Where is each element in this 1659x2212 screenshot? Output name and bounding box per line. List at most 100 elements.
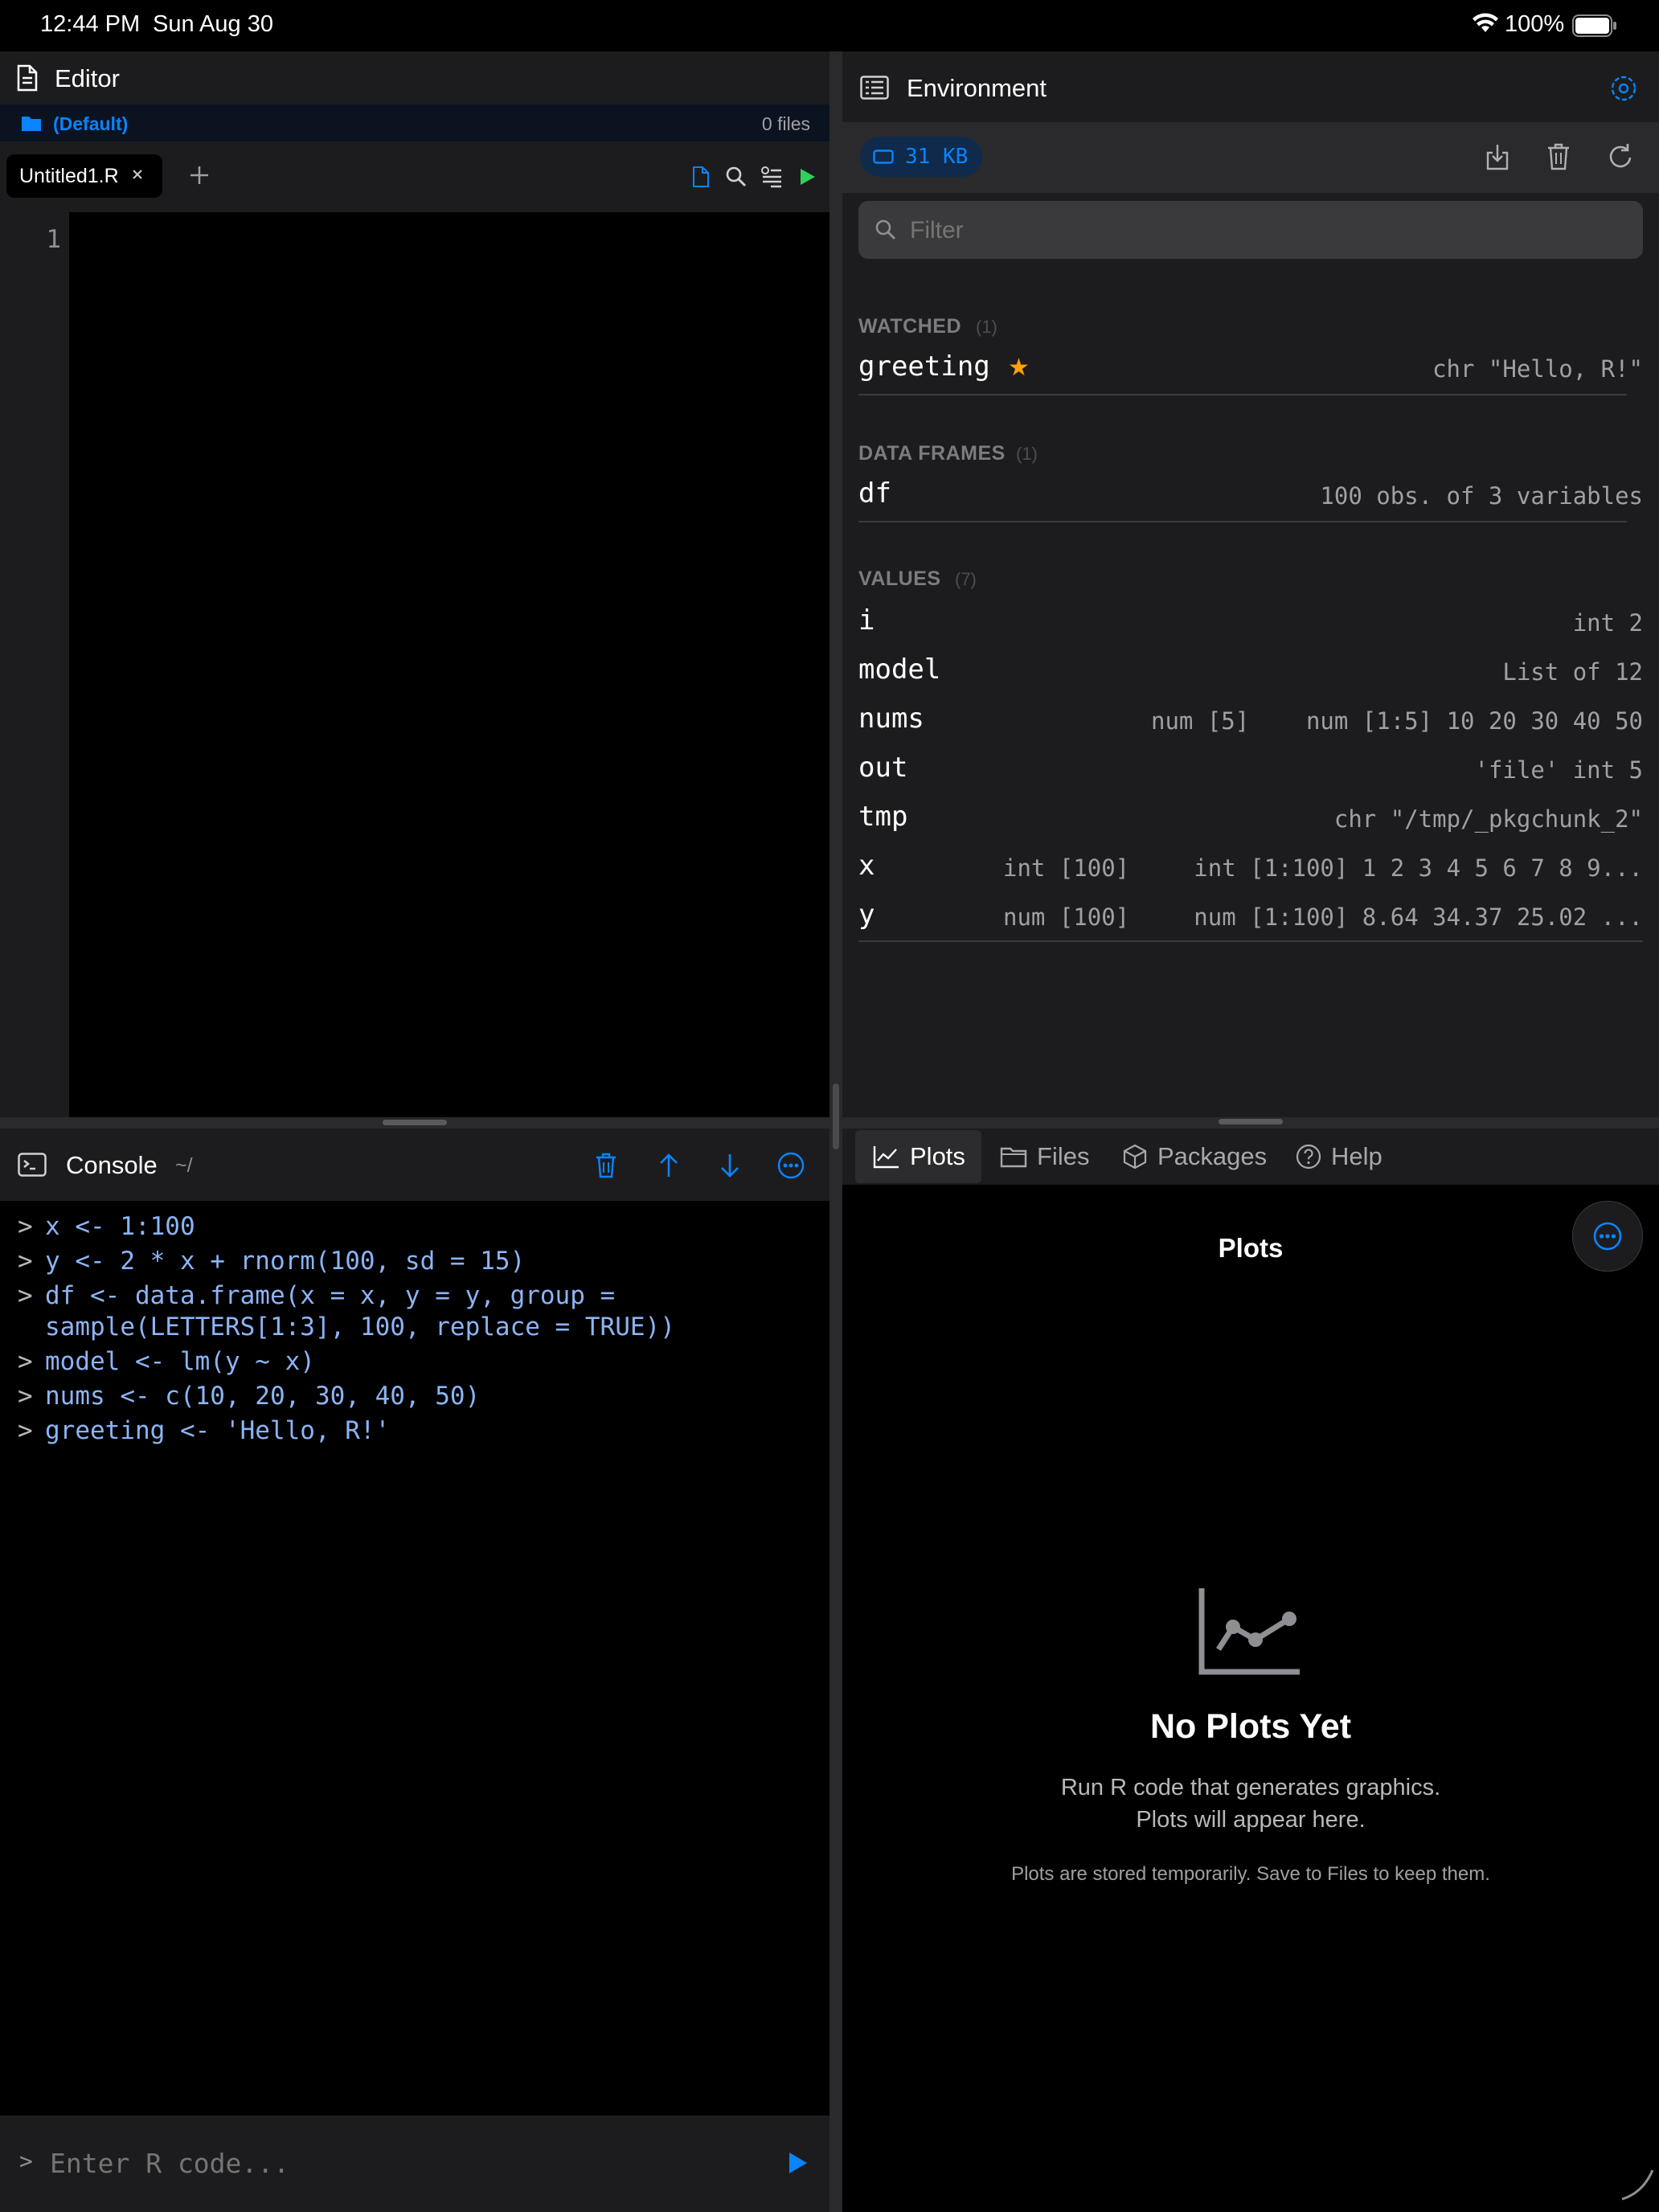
more-options-icon[interactable] xyxy=(776,1151,805,1180)
console-output: > x <- 1:100 > y <- 2 * x + rnorm(100, s… xyxy=(0,1201,830,2116)
clear-environment-icon[interactable] xyxy=(1546,143,1571,170)
storage-note: Plots are stored temporarily. Save to Fi… xyxy=(1011,1863,1490,1885)
console-line: sample(LETTERS[1:3], 100, replace = TRUE… xyxy=(45,1313,675,1342)
console-prompt: > xyxy=(18,1212,33,1241)
project-bar[interactable]: (Default) 0 files xyxy=(0,104,830,141)
variable-value: 100 obs. of 3 variables xyxy=(1320,482,1643,510)
console-title: Console xyxy=(66,1151,158,1179)
input-prompt: > xyxy=(19,2148,33,2174)
variable-row-out[interactable]: out 'file' int 5 xyxy=(858,748,1643,792)
variable-type: num [100] xyxy=(1003,903,1130,931)
variable-type: int [100] xyxy=(1003,854,1130,882)
plots-menu-button[interactable] xyxy=(1572,1201,1643,1272)
code-editor[interactable] xyxy=(0,212,830,1117)
tab-untitled1[interactable]: Untitled1.R xyxy=(6,154,162,198)
status-time: 12:44 PM xyxy=(40,11,141,37)
star-icon[interactable]: ★ xyxy=(1008,354,1030,382)
wifi-icon xyxy=(1473,13,1498,34)
tab-label: Help xyxy=(1331,1142,1382,1170)
filter-field[interactable] xyxy=(858,201,1643,259)
new-tab-button[interactable] xyxy=(188,164,211,186)
line-gutter: 1 xyxy=(0,212,69,1117)
tab-files[interactable]: Files xyxy=(1000,1129,1089,1185)
empty-state-title: No Plots Yet xyxy=(1149,1707,1352,1746)
row-divider xyxy=(858,394,1627,395)
tab-label: Plots xyxy=(910,1142,965,1170)
refresh-icon[interactable] xyxy=(1608,143,1633,170)
variable-name: tmp xyxy=(858,801,908,833)
variable-name: df xyxy=(858,477,891,510)
variable-name: x xyxy=(858,850,875,882)
import-icon[interactable] xyxy=(1485,143,1509,170)
variable-row-i[interactable]: i int 2 xyxy=(858,601,1643,645)
status-bar: 12:44 PM Sun Aug 30 100% xyxy=(0,0,1659,51)
console-header: Console ~/ xyxy=(0,1129,830,1201)
variable-row-tmp[interactable]: tmp chr "/tmp/_pkgchunk_2" xyxy=(858,797,1643,841)
variable-row-nums[interactable]: nums num [5] num [1:5] 10 20 30 40 50 xyxy=(858,699,1643,743)
tab-plots[interactable]: Plots xyxy=(873,1129,965,1185)
outline-icon[interactable] xyxy=(760,166,783,188)
tab-label: Untitled1.R xyxy=(19,165,119,187)
plots-title: Plots xyxy=(1218,1233,1284,1263)
console-prompt: > xyxy=(18,1416,33,1445)
pane-divider-handle[interactable] xyxy=(833,1083,839,1149)
divider-handle[interactable] xyxy=(383,1120,447,1125)
folder-icon xyxy=(21,114,42,132)
environment-header: Environment xyxy=(842,51,1659,122)
console-line: nums <- c(10, 20, 30, 40, 50) xyxy=(45,1382,481,1411)
variable-name: out xyxy=(858,752,908,784)
send-icon[interactable] xyxy=(788,2151,809,2175)
close-tab-icon[interactable] xyxy=(129,166,146,183)
console-prompt: > xyxy=(18,1281,33,1310)
empty-chart-icon xyxy=(1198,1587,1302,1677)
status-date: Sun Aug 30 xyxy=(153,11,273,37)
chart-icon xyxy=(873,1146,899,1169)
section-title-watched: WATCHED xyxy=(858,315,962,338)
editor-tab-bar: Untitled1.R xyxy=(0,141,830,212)
memory-badge: 31 KB xyxy=(860,137,982,177)
environment-toolbar: 31 KB xyxy=(842,122,1659,193)
variable-value: num [1:5] 10 20 30 40 50 xyxy=(1305,707,1643,735)
row-divider xyxy=(858,521,1627,522)
history-down-icon[interactable] xyxy=(719,1153,741,1178)
tab-help[interactable]: Help xyxy=(1296,1129,1382,1185)
console-line: y <- 2 * x + rnorm(100, sd = 15) xyxy=(45,1247,526,1276)
console-path: ~/ xyxy=(175,1154,193,1177)
resize-corner-icon[interactable] xyxy=(1619,2165,1656,2202)
empty-state-line: Plots will appear here. xyxy=(1136,1807,1366,1833)
variable-value: 'file' int 5 xyxy=(1474,756,1643,784)
tab-packages[interactable]: Packages xyxy=(1122,1129,1267,1185)
environment-list: WATCHED (1) greeting ★ chr "Hello, R!" D… xyxy=(842,193,1659,1117)
variable-value: chr "Hello, R!" xyxy=(1432,355,1643,383)
search-icon[interactable] xyxy=(725,166,748,188)
run-icon[interactable] xyxy=(799,167,817,186)
variable-name: nums xyxy=(858,703,924,735)
help-icon xyxy=(1296,1144,1321,1169)
variable-name: model xyxy=(858,653,941,686)
console-input-bar: > xyxy=(0,2116,830,2212)
project-name[interactable]: (Default) xyxy=(53,113,128,135)
search-icon xyxy=(875,219,897,241)
variable-type: num [5] xyxy=(1151,707,1250,735)
section-title-values: VALUES xyxy=(858,567,941,590)
console-input[interactable] xyxy=(48,2140,759,2186)
variable-name: greeting xyxy=(858,350,990,383)
variable-name: y xyxy=(858,899,875,931)
document-icon xyxy=(16,64,39,92)
editor-header: Editor xyxy=(0,51,830,104)
divider-handle[interactable] xyxy=(1219,1119,1283,1124)
console-prompt: > xyxy=(18,1247,33,1276)
variable-row-x[interactable]: x int [100] int [1:100] 1 2 3 4 5 6 7 8 … xyxy=(858,846,1643,890)
history-up-icon[interactable] xyxy=(657,1153,680,1178)
tab-label: Files xyxy=(1037,1142,1090,1170)
variable-row-df[interactable]: df 100 obs. of 3 variables xyxy=(858,474,1643,518)
settings-icon[interactable] xyxy=(1609,74,1638,103)
variable-row-y[interactable]: y num [100] num [1:100] 8.64 34.37 25.02… xyxy=(858,895,1643,939)
new-file-icon[interactable] xyxy=(691,166,711,188)
variable-row-model[interactable]: model List of 12 xyxy=(858,650,1643,694)
clear-console-icon[interactable] xyxy=(595,1153,617,1178)
environment-title: Environment xyxy=(907,74,1047,102)
filter-input[interactable] xyxy=(908,211,1619,251)
variable-row-greeting[interactable]: greeting ★ chr "Hello, R!" xyxy=(858,347,1643,391)
console-prompt: > xyxy=(18,1382,33,1411)
